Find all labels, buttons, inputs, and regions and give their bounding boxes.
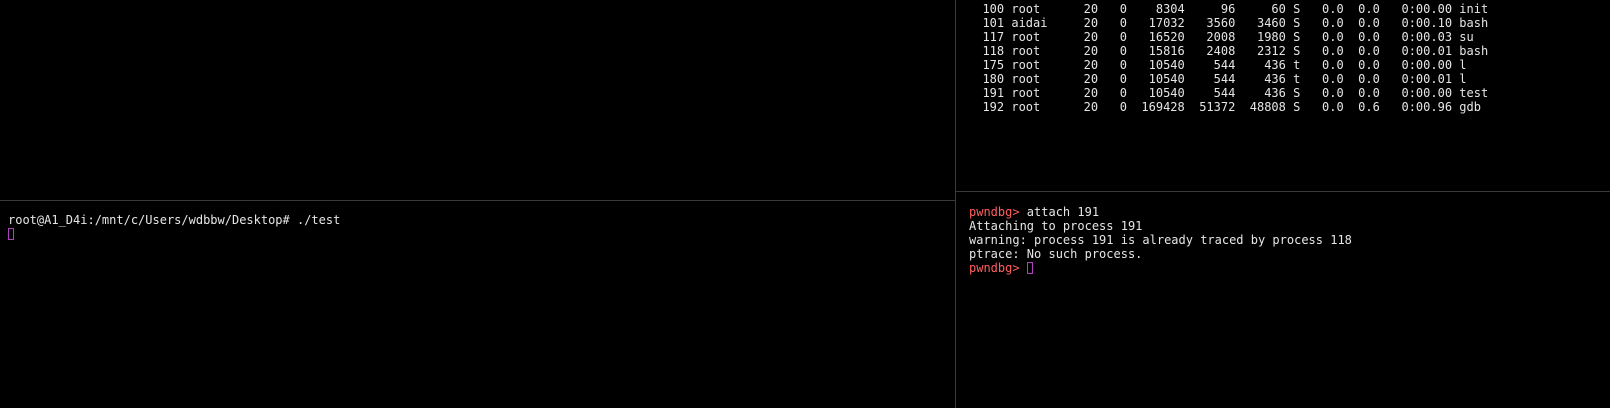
process-table: 100 root 20 0 8304 96 60 S 0.0 0.0 0:00.…	[968, 2, 1488, 114]
debugger-command: attach 191	[1019, 205, 1100, 219]
debugger-output-line: ptrace: No such process.	[969, 247, 1143, 261]
process-row: 175 root 20 0 10540 544 436 t 0.0 0.0 0:…	[968, 58, 1467, 72]
shell-prompt-line: root@A1_D4i:/mnt/c/Users/wdbbw/Desktop# …	[8, 213, 341, 227]
cursor-icon	[1026, 262, 1033, 274]
debugger-output-line: warning: process 191 is already traced b…	[969, 233, 1352, 247]
debugger-output: pwndbg> attach 191 Attaching to process …	[969, 205, 1352, 275]
process-row: 101 aidai 20 0 17032 3560 3460 S 0.0 0.0…	[968, 16, 1489, 30]
cursor-icon	[8, 228, 14, 240]
debugger-prompt: pwndbg>	[969, 261, 1020, 275]
debugger-prompt: pwndbg>	[969, 205, 1020, 219]
terminal-pane-shell[interactable]: root@A1_D4i:/mnt/c/Users/wdbbw/Desktop# …	[0, 201, 955, 408]
shell-output: root@A1_D4i:/mnt/c/Users/wdbbw/Desktop# …	[8, 213, 340, 241]
process-row: 180 root 20 0 10540 544 436 t 0.0 0.0 0:…	[968, 72, 1467, 86]
process-row: 191 root 20 0 10540 544 436 S 0.0 0.0 0:…	[968, 86, 1489, 100]
terminal-pane-process-list[interactable]: 100 root 20 0 8304 96 60 S 0.0 0.0 0:00.…	[956, 0, 1610, 191]
terminal-pane-top-left[interactable]	[0, 0, 955, 200]
debugger-output-line: Attaching to process 191	[969, 219, 1143, 233]
process-row: 118 root 20 0 15816 2408 2312 S 0.0 0.0 …	[968, 44, 1489, 58]
process-row: 100 root 20 0 8304 96 60 S 0.0 0.0 0:00.…	[968, 2, 1489, 16]
debugger-active-prompt-line[interactable]: pwndbg>	[969, 261, 1352, 275]
process-row: 117 root 20 0 16520 2008 1980 S 0.0 0.0 …	[968, 30, 1474, 44]
shell-cursor-line	[8, 227, 340, 241]
process-row: 192 root 20 0 169428 51372 48808 S 0.0 0…	[968, 100, 1481, 114]
debugger-command-line: pwndbg> attach 191	[969, 205, 1352, 219]
terminal-pane-debugger[interactable]: pwndbg> attach 191 Attaching to process …	[956, 192, 1610, 408]
